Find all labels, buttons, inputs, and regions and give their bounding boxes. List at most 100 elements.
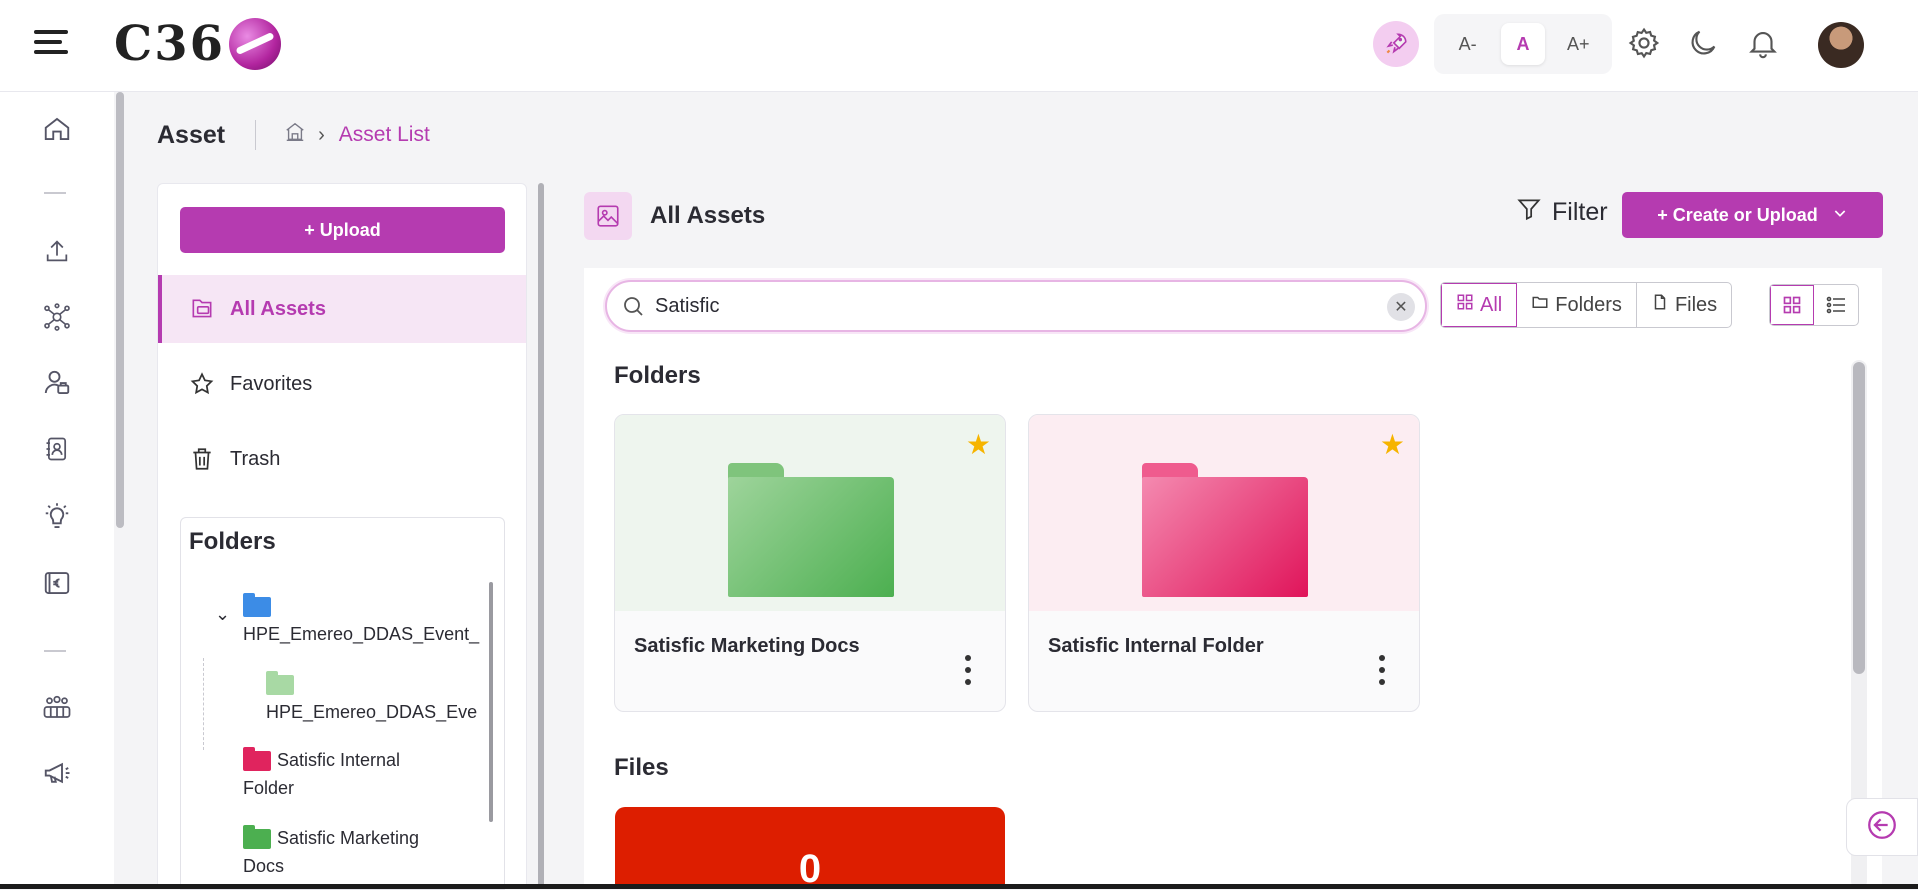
folder-card[interactable]: ★ Satisfic Marketing Docs	[614, 414, 1006, 712]
nav-label: Favorites	[230, 372, 313, 395]
folder-thumbnail	[615, 415, 1005, 611]
sidebar-divider	[44, 650, 66, 652]
list-view-icon[interactable]	[1814, 285, 1858, 325]
idea-bulb-icon[interactable]	[40, 500, 74, 534]
user-avatar[interactable]	[1818, 22, 1864, 68]
filter-funnel-icon	[1516, 196, 1542, 229]
notification-bell-icon[interactable]	[1746, 26, 1782, 62]
more-options-icon[interactable]	[1379, 655, 1385, 685]
more-options-icon[interactable]	[965, 655, 971, 685]
nav-favorites[interactable]: Favorites	[158, 350, 526, 418]
font-decrease-button[interactable]: A-	[1446, 23, 1490, 65]
create-or-upload-button[interactable]: + Create or Upload	[1622, 192, 1883, 238]
page-title: Asset	[157, 120, 226, 149]
settings-gear-icon[interactable]	[1627, 26, 1663, 62]
arrow-left-circle-icon	[1865, 808, 1899, 847]
filter-all-label: All	[1480, 293, 1503, 316]
filter-folders-label: Folders	[1555, 293, 1622, 316]
logo[interactable]: C36	[114, 14, 281, 74]
dark-mode-moon-icon[interactable]	[1686, 26, 1722, 62]
top-bar: C36 A- A A+	[0, 0, 1918, 92]
favorite-star-icon[interactable]: ★	[966, 431, 991, 459]
main-title: All Assets	[650, 202, 766, 229]
folder-card[interactable]: ★ Satisfic Internal Folder	[1028, 414, 1420, 712]
billing-euro-icon[interactable]	[40, 566, 74, 600]
search-icon	[621, 294, 645, 324]
breadcrumb-home-icon[interactable]	[284, 121, 306, 149]
clear-search-icon[interactable]: ✕	[1387, 293, 1415, 321]
folder-tree-title: Folders	[189, 528, 276, 555]
font-normal-button[interactable]: A	[1500, 23, 1545, 65]
upload-button[interactable]: + Upload	[180, 207, 505, 253]
contact-book-icon[interactable]	[40, 432, 74, 466]
folder-icon	[243, 825, 271, 850]
folder-icon	[266, 671, 294, 696]
folder-card-name: Satisfic Marketing Docs	[634, 635, 860, 657]
nav-label: Trash	[230, 447, 281, 470]
header-divider	[255, 120, 257, 150]
tree-node-label: HPE_Emereo_DDAS_Eve	[266, 702, 478, 722]
folder-card-name: Satisfic Internal Folder	[1048, 635, 1264, 657]
tree-guide-line	[203, 658, 204, 750]
logo-text: C36	[114, 16, 225, 72]
chevron-down-icon	[1832, 205, 1848, 226]
search-value: Satisfic	[655, 294, 720, 317]
tree-node-satisfic-internal[interactable]: Satisfic Internal Folder	[243, 746, 400, 802]
rocket-icon[interactable]	[1373, 21, 1419, 67]
user-briefcase-icon[interactable]	[40, 366, 74, 400]
nav-trash[interactable]: Trash	[158, 425, 526, 493]
filter-files-button[interactable]: Files	[1637, 283, 1731, 327]
folder-icon	[1142, 463, 1308, 597]
search-input[interactable]: Satisfic ✕	[605, 280, 1427, 332]
breadcrumb-chevron-icon: ›	[318, 123, 325, 146]
filter-files-label: Files	[1674, 293, 1718, 316]
team-icon[interactable]	[40, 690, 74, 724]
filter-all-button[interactable]: All	[1441, 283, 1518, 327]
filter-button[interactable]: Filter	[1516, 196, 1608, 229]
create-label: + Create or Upload	[1657, 204, 1818, 225]
image-gallery-icon	[584, 192, 632, 240]
folder-tree-box: Folders ⌄ HPE_Emereo_DDAS_Event_ HPE_Eme…	[180, 517, 505, 890]
network-icon[interactable]	[40, 300, 74, 334]
type-filter-segmented: All Folders Files	[1440, 282, 1733, 328]
main-scrollbar-thumb[interactable]	[1853, 362, 1865, 674]
grid-icon	[1456, 293, 1474, 317]
sidebar-scrollbar[interactable]	[116, 92, 124, 528]
font-size-group: A- A A+	[1434, 14, 1612, 74]
star-outline-icon	[188, 370, 216, 398]
grid-view-icon[interactable]	[1770, 285, 1814, 325]
icon-sidebar	[0, 92, 114, 889]
folder-tree-scrollbar[interactable]	[489, 582, 493, 822]
filter-folders-button[interactable]: Folders	[1517, 283, 1637, 327]
view-toggle	[1769, 284, 1859, 326]
tree-node-hpe-parent[interactable]: HPE_Emereo_DDAS_Event_	[243, 592, 479, 648]
tree-node-label-line2: Docs	[243, 856, 285, 876]
all-assets-icon	[188, 295, 216, 323]
folder-outline-icon	[1531, 293, 1549, 317]
menu-icon[interactable]	[34, 30, 70, 60]
panel-scrollbar[interactable]	[538, 183, 544, 889]
folders-section-heading: Folders	[614, 362, 701, 389]
logo-globe-icon	[229, 18, 281, 70]
folder-thumbnail	[1029, 415, 1419, 611]
tree-expand-chevron-icon[interactable]: ⌄	[215, 600, 230, 628]
tree-node-satisfic-marketing[interactable]: Satisfic Marketing Docs	[243, 824, 419, 880]
font-increase-button[interactable]: A+	[1556, 23, 1600, 65]
upload-icon[interactable]	[40, 234, 74, 268]
tree-node-hpe-child[interactable]: HPE_Emereo_DDAS_Eve	[266, 670, 477, 726]
nav-label: All Assets	[230, 297, 326, 320]
nav-all-assets[interactable]: All Assets	[158, 275, 526, 343]
filter-label: Filter	[1552, 198, 1608, 226]
tree-node-label-line2: Folder	[243, 778, 295, 798]
files-section-heading: Files	[614, 754, 669, 781]
breadcrumb-current[interactable]: Asset List	[339, 123, 430, 147]
file-card-thumbnail[interactable]: 0	[615, 807, 1005, 889]
collapse-back-button[interactable]	[1846, 798, 1918, 856]
home-icon[interactable]	[40, 112, 74, 146]
folder-icon	[243, 593, 271, 618]
favorite-star-icon[interactable]: ★	[1380, 431, 1405, 459]
bottom-edge	[0, 884, 1918, 889]
folder-icon	[243, 747, 271, 772]
breadcrumb: › Asset List	[284, 121, 430, 149]
megaphone-icon[interactable]	[40, 756, 74, 790]
